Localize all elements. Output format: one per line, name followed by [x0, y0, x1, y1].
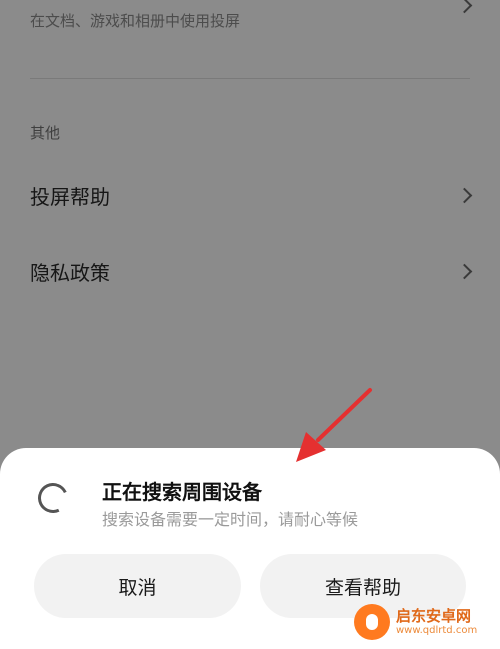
watermark-url: www.qdlrtd.com — [396, 624, 478, 636]
settings-item-privacy-policy[interactable]: 隐私政策 — [0, 244, 500, 298]
watermark-logo-icon — [354, 604, 390, 640]
watermark-name: 启东安卓网 — [396, 607, 472, 626]
settings-item-label: 投屏帮助 — [30, 185, 110, 209]
settings-item-casting-usage[interactable]: 在文档、游戏和相册中使用投屏 — [0, 0, 500, 40]
chevron-right-icon — [456, 263, 473, 280]
settings-item-cast-help[interactable]: 投屏帮助 — [0, 168, 500, 222]
site-watermark: 启东安卓网 www.qdlrtd.com — [354, 599, 494, 645]
chevron-right-icon — [456, 0, 473, 14]
settings-item-label: 隐私政策 — [30, 261, 110, 285]
cancel-button[interactable]: 取消 — [34, 554, 241, 618]
section-label-other: 其他 — [30, 124, 61, 142]
settings-item-subtitle: 在文档、游戏和相册中使用投屏 — [30, 12, 241, 30]
section-divider — [30, 78, 470, 79]
sheet-title: 正在搜索周围设备 — [102, 480, 262, 504]
sheet-description: 搜索设备需要一定时间，请耐心等候 — [102, 510, 359, 529]
chevron-right-icon — [456, 187, 473, 204]
